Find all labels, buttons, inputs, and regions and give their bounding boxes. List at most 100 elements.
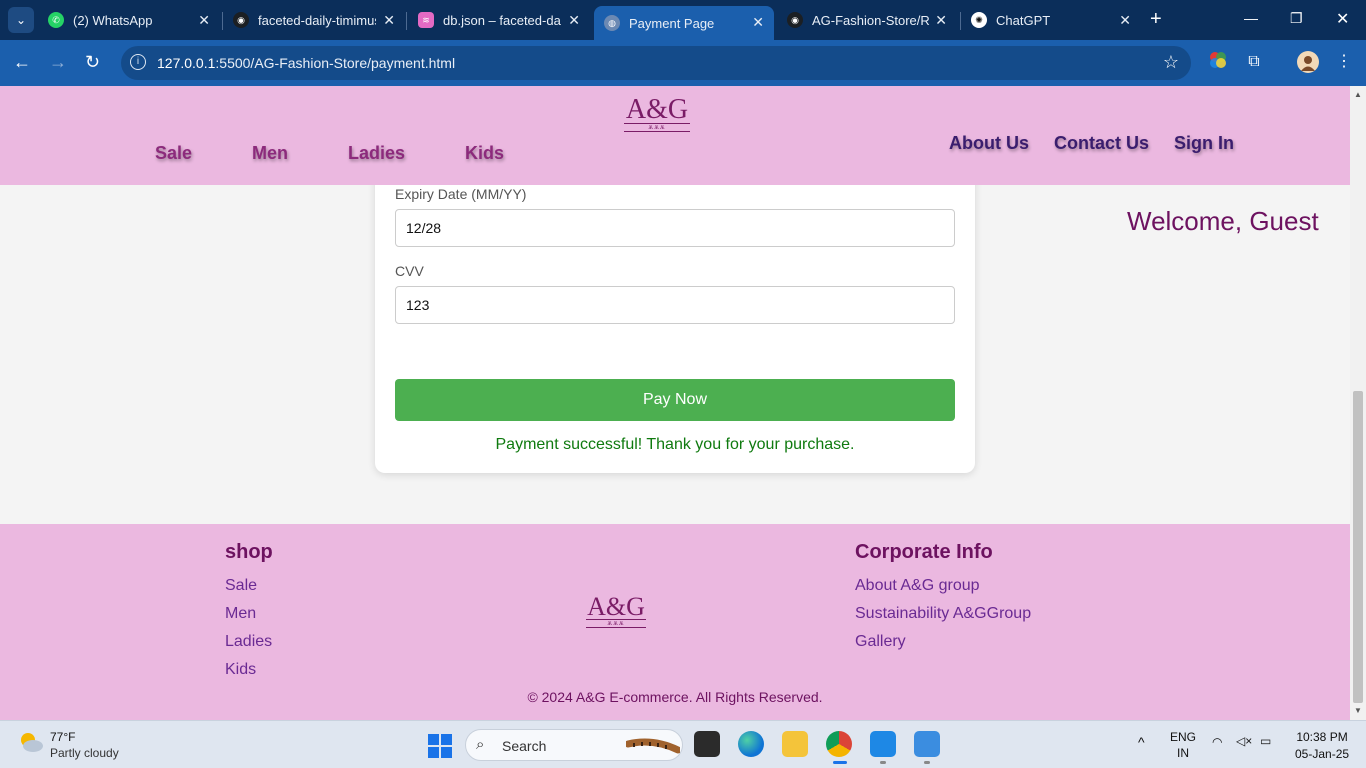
globe-icon: ◍ [604,15,620,31]
site-footer: shop Sale Men Ladies Kids A&G ѫѫѫ Corpor… [0,524,1350,720]
color-extension-icon[interactable] [1207,51,1229,73]
new-tab-button[interactable]: + [1150,9,1162,29]
show-hidden-icons-icon[interactable]: ^ [1138,734,1145,750]
task-view-icon[interactable] [694,731,720,757]
footer-logo: A&G ѫѫѫ [586,592,646,628]
clock-time: 10:38 PM [1296,730,1348,744]
scroll-down-icon[interactable]: ▼ [1354,706,1362,715]
footer-link-men[interactable]: Men [225,605,256,623]
payment-success-message: Payment successful! Thank you for your p… [495,436,855,453]
close-tab-icon[interactable]: ✕ [568,12,580,29]
language-code: ENG [1170,730,1197,744]
clock-date: 05-Jan-25 [1295,747,1350,761]
back-icon[interactable]: ← [13,52,31,72]
reload-icon[interactable]: ↻ [85,52,100,72]
expiry-date-field[interactable] [395,209,955,247]
page-scrollbar[interactable]: ▲ ▼ [1350,86,1366,720]
pay-now-button[interactable]: Pay Now [395,379,955,421]
url-host: 127.0.0.1 [157,55,216,71]
windows-start-icon[interactable] [428,734,452,758]
minimize-icon[interactable]: — [1244,10,1258,26]
region-code: IN [1177,746,1189,760]
url-text[interactable]: 127.0.0.1:5500/AG-Fashion-Store/payment.… [157,55,455,71]
tab-chatgpt[interactable]: ✺ ChatGPT ✕ [961,4,1141,36]
system-clock[interactable]: 10:38 PM 05-Jan-25 [1295,730,1349,761]
tab-github-readme[interactable]: ◉ AG-Fashion-Store/RE ✕ [777,4,957,36]
forward-icon[interactable]: → [49,52,67,72]
nav-sign-in[interactable]: Sign In [1174,133,1234,154]
chatgpt-icon: ✺ [971,12,987,28]
weather-description[interactable]: Partly cloudy [50,746,119,760]
nav-men[interactable]: Men [252,143,288,164]
site-header: A&G ѫѫѫ Sale Men Ladies Kids About Us Co… [0,86,1350,185]
vscode-icon[interactable] [870,731,896,757]
footer-link-gallery[interactable]: Gallery [855,633,906,651]
footer-link-ladies[interactable]: Ladies [225,633,272,651]
github-icon: ◉ [787,12,803,28]
paint-icon[interactable] [914,731,940,757]
payment-card: Expiry Date (MM/YY) CVV Pay Now Payment … [375,132,975,473]
footer-link-kids[interactable]: Kids [225,661,256,679]
nav-kids[interactable]: Kids [465,143,504,164]
tab-title: (2) WhatsApp [73,12,153,28]
speaker-muted-icon[interactable]: ◁× [1236,734,1252,748]
footer-link-about-group[interactable]: About A&G group [855,577,980,595]
brand-logo[interactable]: A&G ѫѫѫ [624,94,690,132]
weather-temperature[interactable]: 77°F [50,730,75,744]
edge-icon[interactable] [738,731,764,757]
nav-ladies[interactable]: Ladies [348,143,405,164]
url-path: :5500/AG-Fashion-Store/payment.html [215,55,456,71]
extensions-puzzle-icon[interactable]: ⧉ [1243,51,1265,73]
scroll-thumb[interactable] [1353,391,1363,703]
copyright-text: © 2024 A&G E-commerce. All Rights Reserv… [527,689,823,705]
chrome-menu-icon[interactable]: ⋮ [1333,51,1355,73]
tab-title: ChatGPT [996,12,1051,28]
cvv-label: CVV [395,263,424,279]
close-tab-icon[interactable]: ✕ [198,12,210,29]
battery-icon[interactable]: ▭ [1260,734,1271,748]
close-tab-icon[interactable]: ✕ [1119,12,1131,29]
address-bar[interactable]: i 127.0.0.1:5500/AG-Fashion-Store/paymen… [121,46,1191,80]
close-tab-icon[interactable]: ✕ [752,14,764,31]
app-indicator [880,761,886,764]
search-highlight-icon [626,738,680,754]
browser-tab-strip: ⌄ ✆ (2) WhatsApp ✕ ◉ faceted-daily-timim… [0,0,1366,40]
partly-cloudy-icon[interactable] [18,731,44,753]
close-window-icon[interactable]: ✕ [1336,9,1349,29]
tab-whatsapp[interactable]: ✆ (2) WhatsApp ✕ [38,4,220,36]
tab-payment-page[interactable]: ◍ Payment Page ✕ [594,6,774,40]
logo-text: A&G [587,592,645,621]
glitch-icon: ≋ [418,12,434,28]
tab-title: faceted-daily-timimus [258,12,376,28]
nav-contact-us[interactable]: Contact Us [1054,133,1149,154]
active-app-indicator [833,761,847,764]
close-tab-icon[interactable]: ✕ [383,12,395,29]
tab-title: db.json – faceted-dail [443,12,561,28]
close-tab-icon[interactable]: ✕ [935,12,947,29]
taskbar: 77°F Partly cloudy ⌕ Search ^ ENG IN ◠ ◁… [0,720,1366,768]
tab-db-json[interactable]: ≋ db.json – faceted-dail ✕ [408,4,590,36]
browser-toolbar: ← → ↻ i 127.0.0.1:5500/AG-Fashion-Store/… [0,40,1366,86]
chrome-icon[interactable] [826,731,852,757]
footer-link-sale[interactable]: Sale [225,577,257,595]
taskbar-search[interactable]: ⌕ Search [465,729,683,761]
footer-corporate-heading: Corporate Info [855,541,993,563]
expiry-label: Expiry Date (MM/YY) [395,186,527,202]
wifi-icon[interactable]: ◠ [1212,735,1222,749]
nav-about-us[interactable]: About Us [949,133,1029,154]
search-icon: ⌕ [476,736,485,753]
tab-title: AG-Fashion-Store/RE [812,12,930,28]
language-indicator[interactable]: ENG IN [1170,730,1196,760]
site-info-icon[interactable]: i [130,54,146,70]
profile-avatar[interactable] [1297,51,1319,73]
restore-icon[interactable]: ❐ [1290,10,1303,27]
tab-search-button[interactable]: ⌄ [8,7,34,33]
bookmark-star-icon[interactable]: ☆ [1163,52,1179,73]
footer-link-sustainability[interactable]: Sustainability A&GGroup [855,605,1031,623]
file-explorer-icon[interactable] [782,731,808,757]
nav-sale[interactable]: Sale [155,143,192,164]
scroll-up-icon[interactable]: ▲ [1354,90,1362,99]
search-placeholder: Search [502,738,547,754]
cvv-field[interactable] [395,286,955,324]
tab-github-faceted[interactable]: ◉ faceted-daily-timimus ✕ [223,4,405,36]
